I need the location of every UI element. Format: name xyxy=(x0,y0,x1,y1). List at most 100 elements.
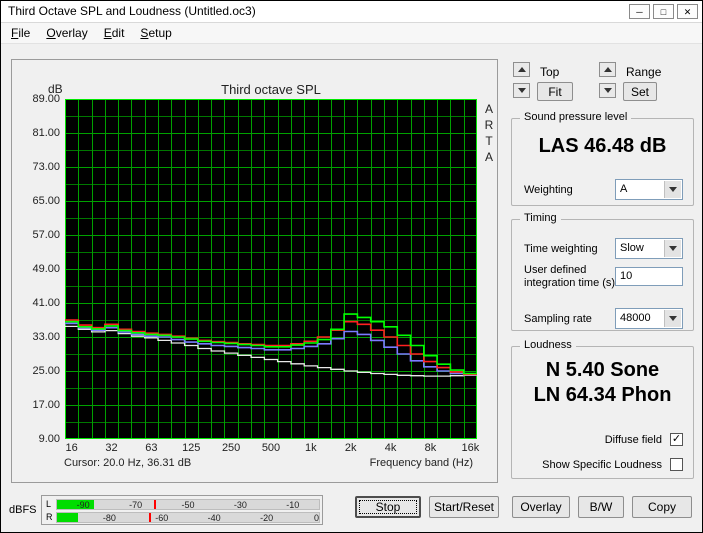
meter-scale-label: -20 xyxy=(260,513,274,523)
integration-label-line2: integration time (s) xyxy=(524,277,616,289)
x-tick-label: 32 xyxy=(105,442,118,454)
integration-time-input[interactable]: 10 xyxy=(615,267,683,286)
up-arrow-icon xyxy=(517,67,526,72)
meter-peak-indicator xyxy=(153,500,156,509)
y-tick-label: 9.00 xyxy=(38,433,60,445)
meter-scale-label: -10 xyxy=(286,500,300,510)
y-tick-label: 25.00 xyxy=(32,365,60,377)
series-trace-white xyxy=(65,325,477,377)
dbfs-label: dBFS xyxy=(9,504,37,516)
menu-item-setup[interactable]: Setup xyxy=(132,24,179,42)
set-button[interactable]: Set xyxy=(623,82,657,101)
level-meter: L -90 -70 -50 -30 -10 R -80 -60 -40 -20 0 xyxy=(41,495,323,525)
y-tick-label: 73.00 xyxy=(32,161,60,173)
maximize-button[interactable]: □ xyxy=(653,4,674,19)
x-tick-label: 500 xyxy=(261,442,281,454)
range-label: Range xyxy=(626,65,662,79)
x-axis-label: Frequency band (Hz) xyxy=(369,457,473,469)
dropdown-button[interactable] xyxy=(664,310,681,327)
integration-label-line1: User defined xyxy=(524,264,587,276)
spl-value: LAS 46.48 dB xyxy=(538,135,667,157)
x-tick-label: 16k xyxy=(461,442,480,454)
loudness-sone-value: N 5.40 Sone xyxy=(545,359,660,381)
x-tick-label: 125 xyxy=(182,442,201,454)
timing-group: Timing Time weighting Slow User defined … xyxy=(511,212,694,331)
meter-scale-label: -30 xyxy=(233,500,247,510)
chart-panel: dB Third octave SPL 89.00 81.00 73.00 65.00… xyxy=(11,59,498,483)
copy-button[interactable]: Copy xyxy=(632,496,692,518)
y-tick-label: 41.00 xyxy=(32,297,60,309)
loudness-group-title: Loudness xyxy=(520,339,576,351)
dropdown-button[interactable] xyxy=(664,240,681,257)
menu-bar: File Overlay Edit Setup xyxy=(1,23,702,44)
x-tick-label: 2k xyxy=(344,442,357,454)
meter-scale-label: -40 xyxy=(207,513,221,523)
bw-button[interactable]: B/W xyxy=(578,496,624,518)
meter-channel-label: R xyxy=(46,512,53,522)
x-tick-label: 4k xyxy=(384,442,397,454)
top-up-spinner[interactable] xyxy=(513,62,530,77)
chevron-down-icon xyxy=(669,187,677,192)
overlay-button[interactable]: Overlay xyxy=(512,496,570,518)
meter-scale-label: -70 xyxy=(129,500,143,510)
y-tick-label: 33.00 xyxy=(32,331,60,343)
window-title: Third Octave SPL and Loudness (Untitled.… xyxy=(8,4,256,18)
loudness-group: Loudness N 5.40 Sone LN 64.34 Phon Diffu… xyxy=(511,339,694,479)
app-window: Third Octave SPL and Loudness (Untitled.… xyxy=(0,0,703,533)
meter-scale-label: 0 xyxy=(313,513,319,523)
series-trace-green xyxy=(65,313,477,375)
spl-group-title: Sound pressure level xyxy=(520,111,632,123)
weighting-select[interactable]: A xyxy=(615,179,683,200)
dropdown-button[interactable] xyxy=(664,181,681,198)
arta-watermark-letter: A xyxy=(484,150,493,164)
top-label: Top xyxy=(540,65,560,79)
top-down-spinner[interactable] xyxy=(513,83,530,98)
range-up-spinner[interactable] xyxy=(599,62,616,77)
sampling-rate-select[interactable]: 48000 xyxy=(615,308,683,329)
start-reset-button[interactable]: Start/Reset xyxy=(429,496,499,518)
chevron-down-icon xyxy=(669,316,677,321)
sampling-rate-value: 48000 xyxy=(620,312,651,324)
cursor-readout: Cursor: 20.0 Hz, 36.31 dB xyxy=(64,457,192,469)
fit-button[interactable]: Fit xyxy=(537,82,573,101)
down-arrow-icon xyxy=(517,88,526,93)
y-tick-label: 17.00 xyxy=(32,399,60,411)
show-specific-loudness-checkbox[interactable] xyxy=(670,458,683,471)
time-weighting-label: Time weighting xyxy=(524,243,598,255)
y-tick-label: 65.00 xyxy=(32,195,60,207)
title-bar: Third Octave SPL and Loudness (Untitled.… xyxy=(1,1,702,23)
spl-chart xyxy=(65,99,477,439)
weighting-label: Weighting xyxy=(524,184,573,196)
meter-scale-label: -60 xyxy=(155,513,169,523)
meter-channel-label: L xyxy=(46,499,52,509)
menu-item-file[interactable]: File xyxy=(3,24,38,42)
timing-group-title: Timing xyxy=(520,212,561,224)
time-weighting-select[interactable]: Slow xyxy=(615,238,683,259)
x-tick-label: 63 xyxy=(145,442,158,454)
meter-track: -80 -60 -40 -20 0 xyxy=(56,512,320,523)
window-controls: ─ □ ✕ xyxy=(629,4,698,19)
meter-row-l: L -90 -70 -50 -30 -10 xyxy=(44,499,320,510)
y-tick-label: 57.00 xyxy=(32,229,60,241)
chevron-down-icon xyxy=(669,246,677,251)
y-tick-label: 81.00 xyxy=(32,127,60,139)
time-weighting-value: Slow xyxy=(620,242,644,254)
range-down-spinner[interactable] xyxy=(599,83,616,98)
menu-item-overlay[interactable]: Overlay xyxy=(38,24,95,42)
menu-item-edit[interactable]: Edit xyxy=(96,24,133,42)
y-tick-label: 49.00 xyxy=(32,263,60,275)
diffuse-field-label: Diffuse field xyxy=(604,434,662,446)
chart-title: Third octave SPL xyxy=(221,82,321,97)
meter-track: -90 -70 -50 -30 -10 xyxy=(56,499,320,510)
minimize-button[interactable]: ─ xyxy=(629,4,650,19)
plot-area[interactable] xyxy=(65,99,477,439)
close-button[interactable]: ✕ xyxy=(677,4,698,19)
meter-row-r: R -80 -60 -40 -20 0 xyxy=(44,512,320,523)
stop-button[interactable]: Stop xyxy=(355,496,421,518)
down-arrow-icon xyxy=(603,88,612,93)
sampling-rate-label: Sampling rate xyxy=(524,313,592,325)
diffuse-field-checkbox[interactable]: ✓ xyxy=(670,433,683,446)
arta-watermark-letter: R xyxy=(484,118,494,132)
arta-watermark-letter: A xyxy=(484,102,493,116)
weighting-value: A xyxy=(620,183,628,195)
